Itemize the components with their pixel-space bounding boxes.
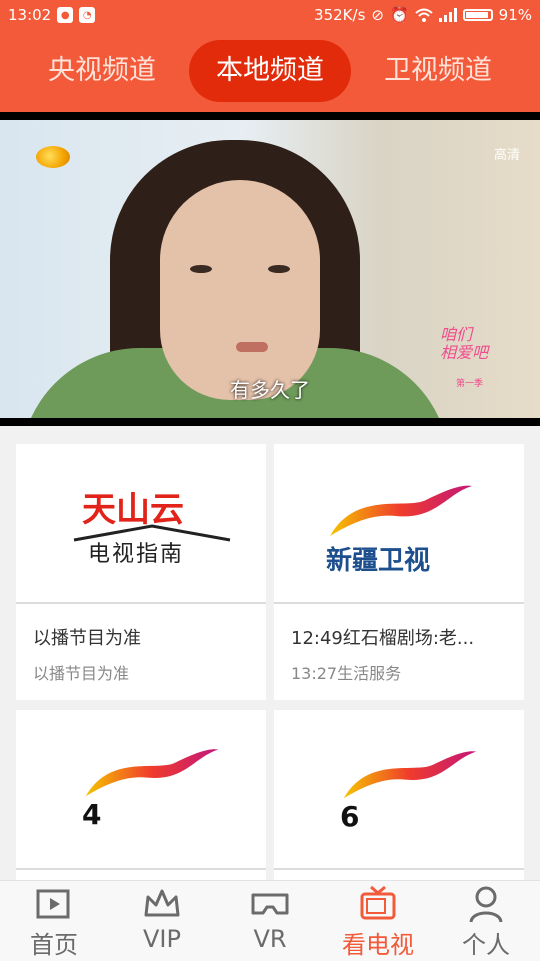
channel-logo: 天山云 电视指南: [16, 444, 266, 604]
channel-card[interactable]: 6: [274, 710, 524, 880]
tab-local[interactable]: 本地频道: [189, 40, 351, 102]
channel-logo: 新疆卫视: [274, 444, 524, 604]
bottom-nav: 首页 VIP VR 看电视 个人: [0, 880, 540, 961]
wifi-icon: [414, 8, 433, 22]
video-player[interactable]: 高清 咱们 相爱吧 第一季 有多久了: [0, 112, 540, 426]
nav-home-label: 首页: [30, 931, 78, 959]
nav-vr-label: VR: [253, 925, 287, 953]
nav-tv[interactable]: 看电视: [324, 881, 432, 961]
channel-tab-bar: 央视频道 本地频道 卫视频道: [0, 30, 540, 112]
channel-watermark-icon: [36, 146, 70, 168]
play-square-icon: [36, 889, 70, 919]
status-bar: 13:02 ● ◔ 352K/s ⊘ ⏰ 91%: [0, 0, 540, 30]
video-scene-eye-left: [190, 265, 212, 273]
video-frame: 高清 咱们 相爱吧 第一季 有多久了: [0, 120, 540, 418]
channel-card[interactable]: 4: [16, 710, 266, 880]
channel-logo-subtitle: 电视指南: [88, 542, 185, 567]
net-speed: 352K/s: [314, 6, 366, 24]
xinjiang-ribbon-icon: [85, 749, 219, 797]
alarm-icon: ⏰: [389, 6, 409, 24]
channel-program-next: 13:27生活服务: [291, 664, 402, 683]
channel-card[interactable]: 天山云 电视指南 以播节目为准 以播节目为准: [16, 444, 266, 700]
channel-program-next: 以播节目为准: [33, 664, 130, 683]
video-subtitle: 有多久了: [230, 378, 310, 402]
channel-program-now: 12:49红石榴剧场:老...: [291, 628, 475, 649]
xinjiang-ribbon-icon: [343, 751, 477, 799]
xinjiang-ribbon-icon: [330, 485, 472, 536]
tv-icon: [360, 885, 396, 920]
mute-icon: ⊘: [371, 6, 384, 24]
channel-logo: 6: [274, 710, 524, 870]
battery-percent: 91%: [498, 6, 532, 24]
show-logo: 咱们 相爱吧: [440, 325, 489, 362]
crown-icon: [144, 889, 180, 917]
battery-icon: [462, 9, 493, 21]
channel-logo-number: 6: [340, 800, 360, 833]
tab-satellite[interactable]: 卫视频道: [354, 40, 522, 102]
nav-tv-label: 看电视: [342, 931, 414, 959]
notification-app-icon: ●: [57, 7, 74, 23]
tab-cctv[interactable]: 央视频道: [18, 40, 186, 102]
channel-logo-number: 4: [82, 798, 102, 831]
video-scene-lips: [236, 342, 268, 352]
nav-profile-label: 个人: [462, 931, 510, 959]
channel-logo: 4: [16, 710, 266, 870]
nav-vip-label: VIP: [143, 925, 181, 953]
nav-vr[interactable]: VR: [216, 881, 324, 961]
channel-card[interactable]: 新疆卫视 12:49红石榴剧场:老... 13:27生活服务: [274, 444, 524, 700]
status-time: 13:02: [8, 6, 52, 24]
user-icon: [469, 886, 503, 923]
vr-goggles-icon: [251, 893, 289, 915]
nav-vip[interactable]: VIP: [108, 881, 216, 961]
wechat-icon: ◔: [79, 7, 96, 23]
quality-label[interactable]: 高清: [494, 144, 520, 163]
channel-program-now: 以播节目为准: [33, 628, 141, 649]
nav-profile[interactable]: 个人: [432, 881, 540, 961]
nav-home[interactable]: 首页: [0, 881, 108, 961]
video-scene-face: [160, 180, 320, 400]
channel-logo-text: 新疆卫视: [326, 546, 431, 576]
signal-icon: [438, 8, 457, 22]
video-scene-eye-right: [268, 265, 290, 273]
